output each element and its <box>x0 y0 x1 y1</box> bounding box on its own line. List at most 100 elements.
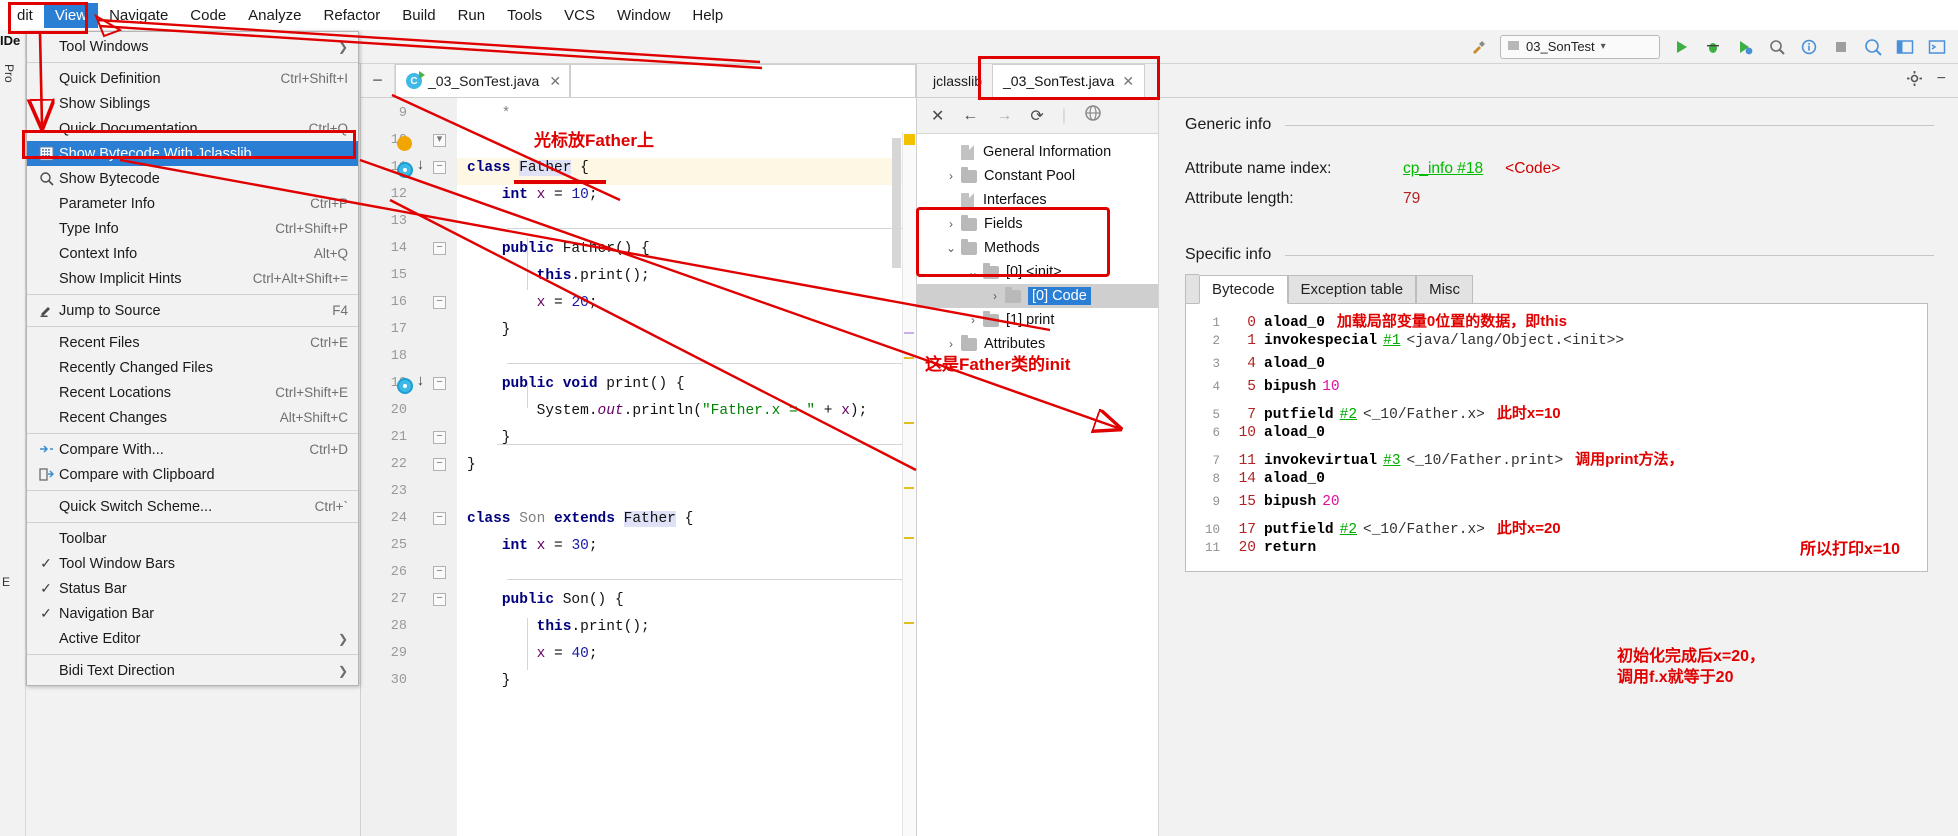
fold-marker[interactable]: − <box>433 242 447 256</box>
tree-item-print-method[interactable]: › [1] print <box>917 308 1158 332</box>
hammer-icon[interactable] <box>1468 36 1490 58</box>
tab-bytecode[interactable]: Bytecode <box>1199 275 1288 304</box>
menu-item-recently-changed-files[interactable]: Recently Changed Files <box>27 355 358 380</box>
tree-item-constant-pool[interactable]: › Constant Pool <box>917 164 1158 188</box>
editor-error-stripe[interactable] <box>902 132 916 836</box>
fold-marker[interactable]: − <box>433 566 447 580</box>
menu-item-context-info[interactable]: Context Info Alt+Q <box>27 241 358 266</box>
fold-marker[interactable]: − <box>433 512 447 526</box>
minimize-icon[interactable]: − <box>1937 70 1946 92</box>
collapse-icon[interactable]: − <box>361 64 395 97</box>
forward-icon[interactable]: → <box>996 107 1012 125</box>
code-text-area[interactable]: * class Father { int x = 10; public Fath… <box>457 98 987 836</box>
menu-item-quick-definition[interactable]: Quick Definition Ctrl+Shift+I <box>27 66 358 91</box>
fold-marker[interactable]: − <box>433 296 447 310</box>
browse-icon[interactable] <box>1084 104 1102 127</box>
editor-gutter[interactable]: 9 10 11 12 13 14 15 16 17 18 19 20 21 22… <box>361 98 457 836</box>
warning-marker[interactable] <box>904 134 915 145</box>
tree-item-general-information[interactable]: General Information <box>917 140 1158 164</box>
menu-item-show-implicit-hints[interactable]: Show Implicit Hints Ctrl+Alt+Shift+= <box>27 266 358 291</box>
bytecode-cp-ref[interactable]: #3 <box>1383 453 1400 469</box>
info-icon[interactable] <box>1798 36 1820 58</box>
tree-item-attributes[interactable]: › Attributes <box>917 332 1158 356</box>
tree-twisty[interactable]: › <box>963 313 983 327</box>
menu-item-recent-files[interactable]: Recent Files Ctrl+E <box>27 330 358 355</box>
bytecode-cp-ref[interactable]: #2 <box>1340 407 1357 423</box>
override-arrow-icon[interactable]: ↓ <box>416 373 425 390</box>
reload-icon[interactable]: ⟳ <box>1030 106 1043 126</box>
tree-twisty[interactable]: › <box>941 337 961 351</box>
menu-analyze[interactable]: Analyze <box>237 3 312 28</box>
bytecode-row[interactable]: 6 10 aload_0 <box>1186 425 1927 448</box>
menu-item-recent-locations[interactable]: Recent Locations Ctrl+Shift+E <box>27 380 358 405</box>
menu-item-compare-with[interactable]: Compare With... Ctrl+D <box>27 437 358 462</box>
menu-item-status-bar[interactable]: ✓ Status Bar <box>27 576 358 601</box>
attribute-name-index-link[interactable]: cp_info #18 <box>1403 160 1483 178</box>
debug-icon[interactable] <box>1702 36 1724 58</box>
gear-icon[interactable] <box>1906 70 1923 92</box>
editor-scrollbar[interactable] <box>892 138 901 268</box>
back-icon[interactable]: ← <box>962 107 978 125</box>
bytecode-row[interactable]: 10 17 putfield #2 <_10/Father.x> 此时x=20 <box>1186 517 1927 540</box>
search-everywhere-icon[interactable] <box>1862 36 1884 58</box>
menu-vcs[interactable]: VCS <box>553 3 606 28</box>
menu-tools[interactable]: Tools <box>496 3 553 28</box>
tab-misc[interactable]: Misc <box>1416 275 1473 304</box>
menu-code[interactable]: Code <box>179 3 237 28</box>
terminal-icon[interactable] <box>1926 36 1948 58</box>
menu-item-tool-windows[interactable]: Tool Windows ❯ <box>27 34 358 59</box>
bytecode-row[interactable]: 5 7 putfield #2 <_10/Father.x> 此时x=10 <box>1186 402 1927 425</box>
tree-twisty[interactable]: › <box>985 289 1005 303</box>
bytecode-cp-ref[interactable]: #1 <box>1383 333 1400 349</box>
bytecode-row[interactable]: 1 0 aload_0 加载局部变量0位置的数据，即this <box>1186 310 1927 333</box>
run-gutter-icon[interactable] <box>397 378 413 394</box>
menu-item-type-info[interactable]: Type Info Ctrl+Shift+P <box>27 216 358 241</box>
menu-item-tool-window-bars[interactable]: ✓ Tool Window Bars <box>27 551 358 576</box>
bytecode-row[interactable]: 8 14 aload_0 <box>1186 471 1927 494</box>
bytecode-row[interactable]: 9 15 bipush 20 <box>1186 494 1927 517</box>
close-icon[interactable]: ✕ <box>931 106 944 126</box>
tree-twisty[interactable]: › <box>941 169 961 183</box>
intention-bulb-icon[interactable] <box>397 136 412 151</box>
bytecode-row[interactable]: 2 1 invokespecial #1 <java/lang/Object.<… <box>1186 333 1927 356</box>
menu-item-quick-switch-scheme[interactable]: Quick Switch Scheme... Ctrl+` <box>27 494 358 519</box>
fold-marker[interactable]: − <box>433 431 447 445</box>
run-with-coverage-icon[interactable] <box>1734 36 1756 58</box>
stop-icon[interactable] <box>1830 36 1852 58</box>
menu-item-jump-to-source[interactable]: Jump to Source F4 <box>27 298 358 323</box>
menu-item-toolbar[interactable]: Toolbar <box>27 526 358 551</box>
menu-item-bidi-text-direction[interactable]: Bidi Text Direction ❯ <box>27 658 358 683</box>
run-gutter-icon[interactable] <box>397 162 413 178</box>
bytecode-row[interactable]: 4 5 bipush 10 <box>1186 379 1927 402</box>
close-icon[interactable]: ✕ <box>549 73 561 90</box>
code-editor[interactable]: 9 10 11 12 13 14 15 16 17 18 19 20 21 22… <box>361 98 987 836</box>
layout-icon[interactable] <box>1894 36 1916 58</box>
menu-run[interactable]: Run <box>447 3 497 28</box>
menu-build[interactable]: Build <box>391 3 446 28</box>
menu-item-show-siblings[interactable]: Show Siblings <box>27 91 358 116</box>
sidebar-item-bottom[interactable]: E <box>2 575 10 589</box>
menu-help[interactable]: Help <box>681 3 734 28</box>
fold-marker[interactable]: ▾ <box>433 134 447 148</box>
fold-marker[interactable]: − <box>433 377 447 391</box>
chevron-down-icon[interactable]: ▾ <box>1601 41 1606 52</box>
menu-navigate[interactable]: Navigate <box>98 3 179 28</box>
fold-marker[interactable]: − <box>433 593 447 607</box>
menu-item-navigation-bar[interactable]: ✓ Navigation Bar <box>27 601 358 626</box>
menu-window[interactable]: Window <box>606 3 681 28</box>
menu-item-recent-changes[interactable]: Recent Changes Alt+Shift+C <box>27 405 358 430</box>
profile-icon[interactable] <box>1766 36 1788 58</box>
menu-item-show-bytecode[interactable]: Show Bytecode <box>27 166 358 191</box>
bytecode-cp-ref[interactable]: #2 <box>1340 522 1357 538</box>
run-icon[interactable] <box>1670 36 1692 58</box>
menu-item-parameter-info[interactable]: Parameter Info Ctrl+P <box>27 191 358 216</box>
bytecode-listing[interactable]: 1 0 aload_0 加载局部变量0位置的数据，即this 2 1 invok… <box>1185 304 1928 572</box>
bytecode-row[interactable]: 7 11 invokevirtual #3 <_10/Father.print>… <box>1186 448 1927 471</box>
run-configuration-selector[interactable]: 03_SonTest ▾ <box>1500 34 1660 59</box>
sidebar-item-project[interactable]: Pro <box>2 64 16 83</box>
editor-tab-sontest[interactable]: C _03_SonTest.java ✕ <box>395 64 571 97</box>
fold-marker[interactable]: − <box>433 161 447 175</box>
override-arrow-icon[interactable]: ↓ <box>416 157 425 174</box>
menu-refactor[interactable]: Refactor <box>313 3 392 28</box>
bytecode-row[interactable]: 3 4 aload_0 <box>1186 356 1927 379</box>
